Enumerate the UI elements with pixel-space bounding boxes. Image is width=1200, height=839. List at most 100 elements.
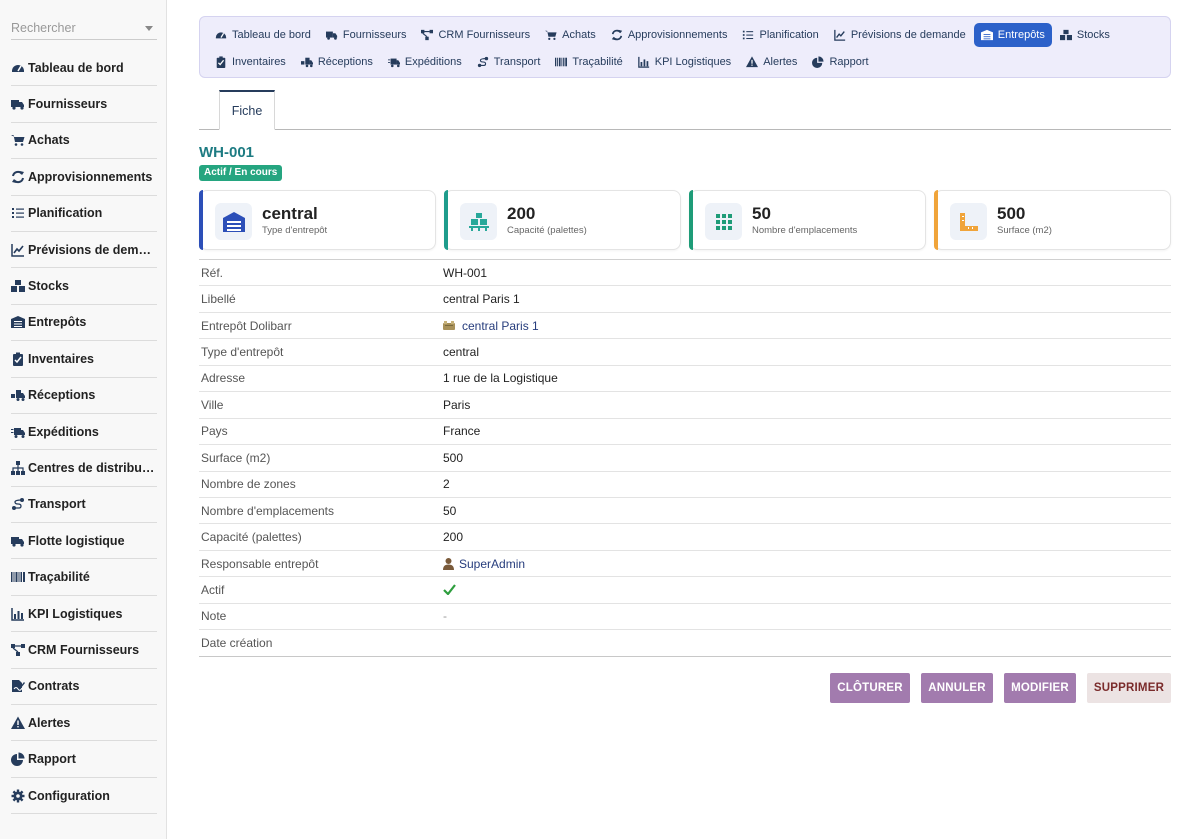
sidebar-item-rapport[interactable]: Rapport [11, 741, 157, 778]
search-input[interactable] [11, 18, 137, 38]
sidebar-item-stocks[interactable]: Stocks [11, 268, 157, 305]
project-diagram-icon [421, 29, 434, 41]
sidebar-item-receptions[interactable]: Réceptions [11, 378, 157, 414]
warning-icon [11, 716, 25, 730]
chart-bar-icon [11, 607, 25, 621]
sidebar-item-crm[interactable]: CRM Fournisseurs [11, 632, 157, 669]
top-menu-stocks[interactable]: Stocks [1053, 23, 1117, 47]
top-menu-alertes[interactable]: Alertes [739, 50, 804, 74]
tasks-icon [11, 206, 25, 220]
top-menu-label: Approvisionnements [627, 29, 728, 41]
top-menu-achats[interactable]: Achats [538, 23, 603, 47]
field-label: Réf. [201, 265, 224, 280]
sidebar-item-entrepots[interactable]: Entrepôts [11, 305, 157, 342]
sidebar-item-kpi[interactable]: KPI Logistiques [11, 596, 157, 633]
field-label: Entrepôt Dolibarr [201, 318, 292, 333]
top-menu-approvisionnements[interactable]: Approvisionnements [604, 23, 735, 47]
sidebar-item-label: Inventaires [28, 351, 95, 366]
sidebar-item-planification[interactable]: Planification [11, 196, 157, 232]
top-menu-label: Expéditions [404, 56, 462, 68]
sidebar-item-configuration[interactable]: Configuration [11, 778, 157, 815]
card-caption: Nombre d'emplacements [752, 225, 858, 236]
modify-button[interactable]: MODIFIER [1004, 673, 1076, 703]
sidebar-item-label: Approvisionnements [28, 169, 153, 184]
field-label: Note [201, 609, 227, 624]
sidebar-item-contrats[interactable]: Contrats [11, 669, 157, 706]
card-caption: Capacité (palettes) [507, 225, 587, 236]
user-icon [443, 557, 454, 570]
field-value: 500 [443, 450, 464, 465]
sidebar-item-inventaires[interactable]: Inventaires [11, 341, 157, 378]
delete-button[interactable]: SUPPRIMER [1087, 673, 1171, 703]
record-detail-table: Réf. WH-001 Libellé central Paris 1 Entr… [199, 259, 1171, 657]
kpi-card-locations: 50 Nombre d'emplacements [689, 190, 926, 250]
gear-icon [11, 789, 25, 803]
top-menu-fournisseurs[interactable]: Fournisseurs [319, 23, 414, 47]
pallet-boxes-icon [460, 203, 497, 240]
field-label: Actif [201, 582, 225, 597]
sidebar-item-label: Expéditions [28, 424, 99, 439]
top-menu-planification[interactable]: Planification [735, 23, 825, 47]
top-menu-receptions[interactable]: Réceptions [294, 50, 380, 74]
sidebar-item-label: Prévisions de demande [28, 242, 157, 257]
sidebar-item-centres-distribution[interactable]: Centres de distribution [11, 450, 157, 487]
field-row-zones: Nombre de zones 2 [199, 472, 1171, 498]
sidebar-item-alertes[interactable]: Alertes [11, 705, 157, 742]
top-menu-crm-fournisseurs[interactable]: CRM Fournisseurs [414, 23, 537, 47]
sidebar-item-label: Achats [28, 133, 70, 148]
cancel-button[interactable]: ANNULER [921, 673, 993, 703]
top-menu-label: Alertes [763, 56, 798, 68]
top-menu-row: Tableau de bord Fournisseurs CRM Fournis… [208, 22, 1162, 48]
search-box[interactable] [11, 18, 157, 40]
sidebar-item-approvisionnements[interactable]: Approvisionnements [11, 159, 157, 196]
top-menu-tableau-de-bord[interactable]: Tableau de bord [208, 23, 318, 47]
field-label: Date création [201, 635, 273, 650]
field-label: Adresse [201, 371, 246, 386]
tab-fiche[interactable]: Fiche [219, 90, 275, 130]
top-menu-inventaires[interactable]: Inventaires [208, 50, 293, 74]
sidebar-item-previsions[interactable]: Prévisions de demande [11, 232, 157, 269]
sidebar-item-tableau-de-bord[interactable]: Tableau de bord [11, 50, 157, 87]
sidebar-item-transport[interactable]: Transport [11, 487, 157, 524]
top-menu-label: Fournisseurs [342, 29, 407, 41]
top-menu-tracabilite[interactable]: Traçabilité [548, 50, 629, 74]
chart-line-icon [834, 29, 846, 41]
field-value: WH-001 [443, 265, 488, 280]
close-button[interactable]: CLÔTURER [830, 673, 910, 703]
warehouse-link-label[interactable]: central Paris 1 [462, 319, 539, 333]
record-tabs: Fiche [199, 90, 1171, 130]
clipboard-check-icon [11, 352, 25, 366]
top-menu-rapport[interactable]: Rapport [805, 50, 875, 74]
sidebar-item-flotte[interactable]: Flotte logistique [11, 523, 157, 560]
boxes-icon [443, 320, 455, 331]
route-icon [477, 56, 489, 68]
field-row-pays: Pays France [199, 419, 1171, 446]
warehouse-link[interactable]: central Paris 1 [443, 319, 539, 333]
top-menu-transport[interactable]: Transport [470, 50, 548, 74]
truck-icon [325, 29, 338, 41]
top-menu-label: Inventaires [232, 56, 286, 68]
route-icon [11, 497, 25, 511]
kpi-card-type: central Type d'entrepôt [199, 190, 436, 250]
top-menu-entrepots[interactable]: Entrepôts [973, 23, 1052, 47]
card-value: 200 [507, 204, 536, 223]
sidebar-item-achats[interactable]: Achats [11, 123, 157, 160]
chevron-down-icon[interactable] [145, 26, 153, 31]
sidebar-item-fournisseurs[interactable]: Fournisseurs [11, 86, 157, 123]
cart-icon [545, 29, 557, 41]
card-accent-bar [689, 190, 693, 250]
record-ref-title: WH-001 [199, 144, 255, 161]
sidebar-item-expeditions[interactable]: Expéditions [11, 414, 157, 451]
user-link-label[interactable]: SuperAdmin [459, 557, 525, 571]
sidebar-item-label: Entrepôts [28, 315, 87, 330]
chart-pie-icon [812, 56, 825, 68]
field-row-ref: Réf. WH-001 [199, 260, 1171, 287]
top-menu-expeditions[interactable]: Expéditions [381, 50, 469, 74]
user-link[interactable]: SuperAdmin [443, 557, 525, 571]
top-menu-kpi[interactable]: KPI Logistiques [631, 50, 738, 74]
top-menu-previsions[interactable]: Prévisions de demande [827, 23, 973, 47]
sidebar-menu: Tableau de bord Fournisseurs Achats Appr… [11, 50, 157, 815]
sidebar-item-tracabilite[interactable]: Traçabilité [11, 559, 157, 596]
field-value: 200 [443, 530, 464, 545]
warehouse-icon [215, 203, 252, 240]
